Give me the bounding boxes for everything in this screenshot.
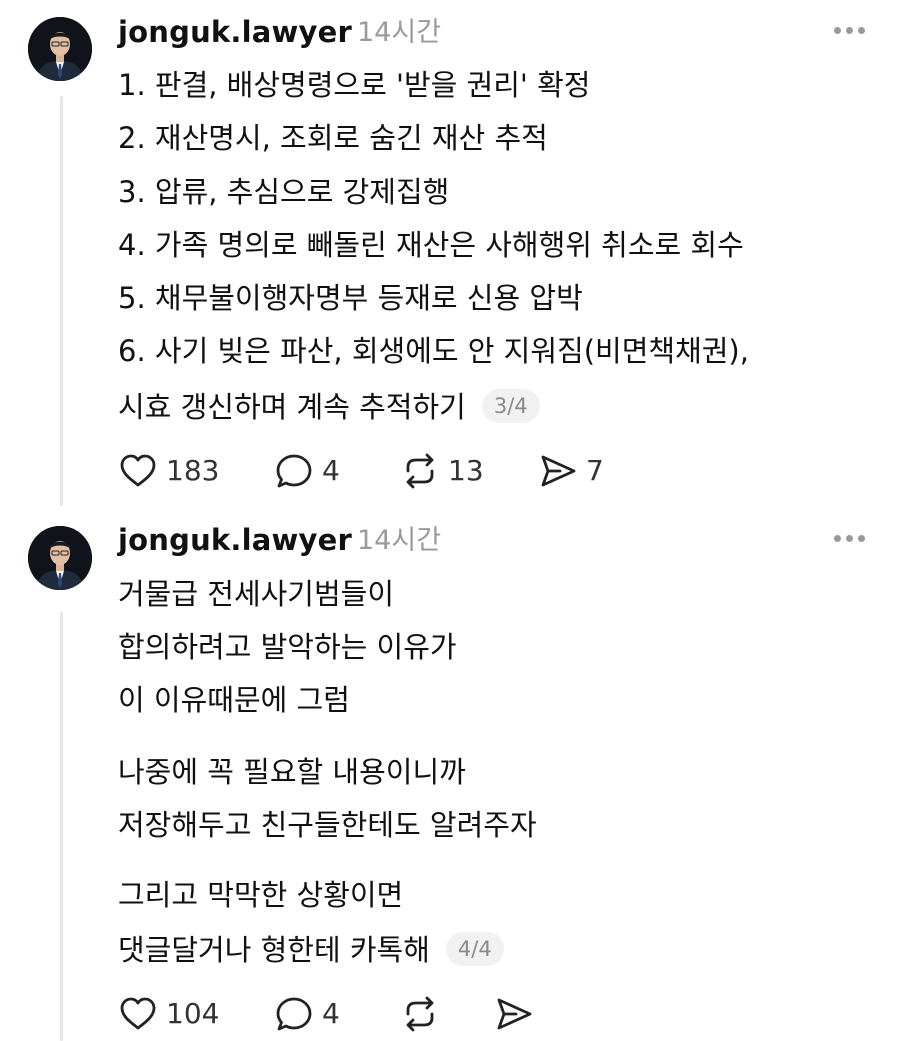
- like-button[interactable]: 104: [118, 994, 219, 1034]
- post-text-line: 거물급 전세사기범들이: [118, 577, 395, 611]
- post-text-line: 1. 판결, 배상명령으로 '받을 권리' 확정: [118, 68, 591, 102]
- post-time: 14시간: [357, 17, 442, 48]
- share-button[interactable]: 7: [538, 451, 604, 491]
- post-text-line: 이 이유때문에 그럼: [118, 683, 350, 717]
- post-text-line-with-badge: 댓글달거나 형한테 카톡해 4/4: [118, 932, 504, 969]
- like-count: 183: [166, 454, 220, 487]
- like-count: 104: [166, 997, 220, 1030]
- post-text-line: 3. 압류, 추심으로 강제집행: [118, 175, 450, 209]
- comment-count: 4: [322, 454, 340, 487]
- post-text-line: 4. 가족 명의로 빼돌린 재산은 사해행위 취소로 회수: [118, 228, 744, 262]
- heart-icon: [120, 454, 156, 487]
- page-indicator-badge: 4/4: [445, 932, 504, 966]
- post-text-line-with-badge: 시효 갱신하며 계속 추적하기 3/4: [118, 389, 540, 426]
- username[interactable]: jonguk.lawyer: [118, 522, 352, 558]
- more-icon[interactable]: [834, 27, 872, 41]
- username[interactable]: jonguk.lawyer: [118, 14, 352, 50]
- comment-icon: [276, 997, 312, 1031]
- heart-icon: [120, 997, 156, 1030]
- post-text-line: 5. 채무불이행자명부 등재로 신용 압박: [118, 281, 583, 315]
- repost-count: 13: [448, 454, 484, 487]
- post-text-line: 2. 재산명시, 조회로 숨긴 재산 추적: [118, 121, 548, 155]
- repost-icon: [406, 453, 434, 489]
- post-text-line: 합의하려고 발악하는 이유가: [118, 630, 457, 664]
- share-icon: [541, 455, 576, 487]
- share-button[interactable]: [494, 994, 534, 1034]
- post-text-line: 6. 사기 빚은 파산, 회생에도 안 지워짐(비면책채권),: [118, 334, 749, 368]
- repost-icon: [406, 996, 434, 1032]
- more-icon[interactable]: [834, 535, 872, 549]
- comment-button[interactable]: 4: [274, 451, 340, 491]
- repost-button[interactable]: 13: [400, 451, 484, 491]
- post-time: 14시간: [357, 525, 442, 556]
- share-count: 7: [586, 454, 604, 487]
- comment-button[interactable]: 4: [274, 994, 340, 1034]
- thread-line: [60, 96, 63, 506]
- thread-line: [60, 612, 63, 1041]
- comment-count: 4: [322, 997, 340, 1030]
- post-text-line: 저장해두고 친구들한테도 알려주자: [118, 808, 537, 842]
- avatar[interactable]: [28, 17, 92, 81]
- share-icon: [497, 998, 532, 1030]
- avatar[interactable]: [28, 526, 92, 590]
- like-button[interactable]: 183: [118, 451, 219, 491]
- post-text-line: 나중에 꼭 필요할 내용이니까: [118, 755, 466, 789]
- post-text: 시효 갱신하며 계속 추적하기: [118, 390, 466, 424]
- comment-icon: [276, 454, 312, 488]
- post-text: 댓글달거나 형한테 카톡해: [118, 933, 430, 967]
- repost-button[interactable]: [400, 994, 440, 1034]
- page-indicator-badge: 3/4: [481, 389, 540, 423]
- post-text-line: 그리고 막막한 상황이면: [118, 878, 404, 912]
